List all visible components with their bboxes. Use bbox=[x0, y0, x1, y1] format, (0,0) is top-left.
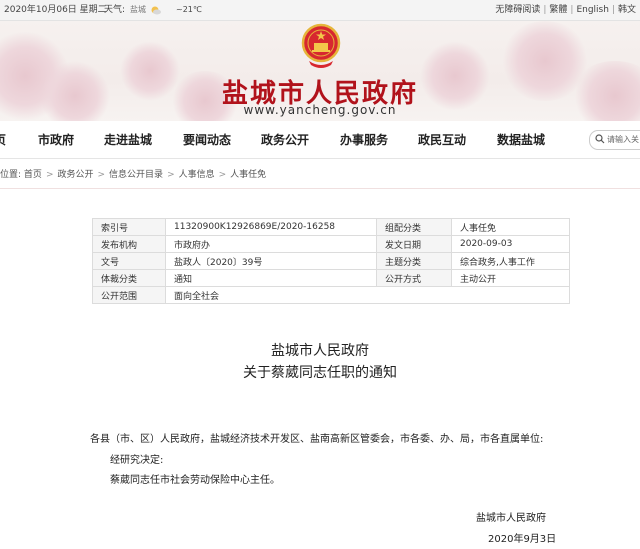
nav-item-services[interactable]: 办事服务 bbox=[340, 122, 388, 158]
breadcrumb-label: 位置: bbox=[0, 170, 22, 180]
nav-item-city-government[interactable]: 市政府 bbox=[38, 122, 74, 158]
divider bbox=[0, 188, 640, 189]
site-url: www.yancheng.gov.cn bbox=[243, 103, 397, 117]
search-icon[interactable] bbox=[595, 134, 605, 144]
top-bar: 2020年10月06日 星期二 天气: 盐城 ~21℃ 无障碍阅读 | 繁體 | Eng… bbox=[0, 0, 640, 21]
document-date: 2020年9月3日 bbox=[488, 534, 557, 545]
document-info-table: 索引号 11320900K12926869E/2020-16258 组配分类 人… bbox=[92, 218, 570, 304]
document-addressee: 各县（市、区）人民政府，盐城经济技术开发区、盐南高新区管委会，市各委、办、局，市… bbox=[90, 434, 544, 445]
table-value: 通知 bbox=[165, 269, 377, 287]
breadcrumb: 位置: 首页 > 政务公开 > 信息公开目录 > 人事信息 > 人事任免 bbox=[0, 170, 267, 180]
table-row: 体裁分类 通知 公开方式 主动公开 bbox=[92, 269, 570, 287]
table-value: 主动公开 bbox=[451, 269, 570, 287]
current-date: 2020年10月06日 星期二 bbox=[4, 5, 107, 15]
site-header: 盐城市人民政府 www.yancheng.gov.cn bbox=[0, 21, 640, 121]
table-key: 组配分类 bbox=[376, 218, 452, 236]
nav-item-home[interactable]: 页 bbox=[0, 122, 6, 158]
breadcrumb-info-directory[interactable]: 信息公开目录 bbox=[109, 170, 163, 180]
breadcrumb-home[interactable]: 首页 bbox=[24, 170, 42, 180]
table-value: 11320900K12926869E/2020-16258 bbox=[165, 218, 377, 236]
document-title: 关于蔡葳同志任职的通知 bbox=[243, 365, 397, 381]
table-value: 2020-09-03 bbox=[451, 235, 570, 253]
weather-label: 天气: bbox=[104, 5, 126, 15]
table-key: 索引号 bbox=[92, 218, 166, 236]
search-input[interactable]: 请输入关 bbox=[589, 130, 640, 150]
breadcrumb-government-affairs[interactable]: 政务公开 bbox=[57, 170, 93, 180]
table-value: 盐政人〔2020〕39号 bbox=[165, 252, 377, 270]
search-placeholder: 请输入关 bbox=[607, 135, 639, 144]
nav-item-interaction[interactable]: 政民互动 bbox=[418, 122, 466, 158]
table-value: 市政府办 bbox=[165, 235, 377, 253]
nav-item-data[interactable]: 数据盐城 bbox=[497, 122, 545, 158]
national-emblem-icon[interactable] bbox=[301, 23, 341, 69]
nav-item-government-affairs[interactable]: 政务公开 bbox=[261, 122, 309, 158]
document-signature: 盐城市人民政府 bbox=[476, 513, 546, 524]
table-key: 体裁分类 bbox=[92, 269, 166, 287]
document-title-issuer: 盐城市人民政府 bbox=[271, 343, 369, 359]
main-nav: 页 市政府 走进盐城 要闻动态 政务公开 办事服务 政民互动 数据盐城 请输入关 bbox=[0, 122, 640, 159]
korean-link[interactable]: 韩文 bbox=[618, 5, 636, 15]
breadcrumb-personnel-info[interactable]: 人事信息 bbox=[179, 170, 215, 180]
weather-temp: ~21℃ bbox=[176, 5, 202, 14]
document-body-line: 蔡葳同志任市社会劳动保险中心主任。 bbox=[110, 475, 280, 486]
weather-city: 盐城 bbox=[130, 5, 146, 14]
table-row: 索引号 11320900K12926869E/2020-16258 组配分类 人… bbox=[92, 218, 570, 236]
table-row: 公开范围 面向全社会 bbox=[92, 286, 570, 304]
document-body-line: 经研究决定: bbox=[110, 455, 164, 466]
top-links: 无障碍阅读 | 繁體 | English | 韩文 bbox=[495, 5, 636, 15]
table-value: 人事任免 bbox=[451, 218, 570, 236]
table-key: 文号 bbox=[92, 252, 166, 270]
breadcrumb-appointments[interactable]: 人事任免 bbox=[230, 170, 266, 180]
table-value: 综合政务,人事工作 bbox=[451, 252, 570, 270]
table-row: 发布机构 市政府办 发文日期 2020-09-03 bbox=[92, 235, 570, 253]
table-key: 主题分类 bbox=[376, 252, 452, 270]
table-key: 公开范围 bbox=[92, 286, 166, 304]
table-row: 文号 盐政人〔2020〕39号 主题分类 综合政务,人事工作 bbox=[92, 252, 570, 270]
weather-sun-icon bbox=[151, 6, 161, 15]
table-key: 发布机构 bbox=[92, 235, 166, 253]
nav-item-about-yancheng[interactable]: 走进盐城 bbox=[104, 122, 152, 158]
traditional-chinese-link[interactable]: 繁體 bbox=[549, 5, 567, 15]
table-key: 公开方式 bbox=[376, 269, 452, 287]
accessibility-link[interactable]: 无障碍阅读 bbox=[495, 5, 540, 15]
table-key: 发文日期 bbox=[376, 235, 452, 253]
nav-item-news[interactable]: 要闻动态 bbox=[183, 122, 231, 158]
english-link[interactable]: English bbox=[576, 5, 609, 15]
table-value: 面向全社会 bbox=[165, 286, 570, 304]
